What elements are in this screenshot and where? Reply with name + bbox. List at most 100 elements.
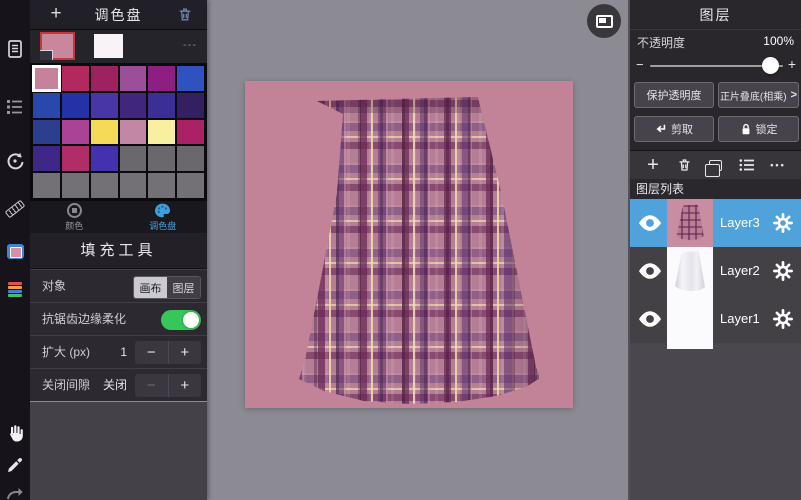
- swatch-more-button[interactable]: ---: [183, 39, 197, 51]
- current-colors-row: ---: [30, 30, 207, 63]
- tab-palette[interactable]: 调色盘: [119, 201, 208, 233]
- palette-grid: [33, 66, 204, 198]
- palette-cell[interactable]: [91, 66, 118, 91]
- palette-cell[interactable]: [91, 93, 118, 118]
- layer-settings-gear-icon[interactable]: [773, 213, 793, 233]
- palette-cell[interactable]: [33, 93, 60, 118]
- hand-icon[interactable]: [0, 420, 30, 446]
- add-layer-icon[interactable]: +: [642, 154, 664, 176]
- palette-cell[interactable]: [62, 66, 89, 91]
- palette-cell[interactable]: [33, 173, 60, 198]
- rotate-icon[interactable]: [0, 148, 30, 174]
- drawing-canvas[interactable]: [245, 81, 573, 408]
- current-color-swatch[interactable]: [40, 32, 75, 60]
- antialias-toggle[interactable]: [161, 310, 201, 330]
- palette-cell[interactable]: [33, 66, 60, 91]
- palette-cell[interactable]: [177, 146, 204, 171]
- layer-list-label: 图层列表: [630, 179, 801, 199]
- object-layer-button[interactable]: 图层: [167, 277, 200, 298]
- palette-cell[interactable]: [120, 120, 147, 145]
- opacity-row: 不透明度 100%: [630, 34, 801, 54]
- workspace: [207, 0, 628, 500]
- layer-buttons-row-2: 剪取 锁定: [630, 116, 801, 146]
- palette-cell[interactable]: [91, 120, 118, 145]
- delete-layer-icon[interactable]: [673, 154, 695, 176]
- lock-button[interactable]: 锁定: [718, 116, 799, 142]
- opacity-slider-knob[interactable]: [762, 57, 779, 74]
- palette-cell[interactable]: [91, 173, 118, 198]
- palette-cell[interactable]: [148, 120, 175, 145]
- layer-settings-gear-icon[interactable]: [773, 261, 793, 281]
- object-segmented-control: 画布 图层: [133, 276, 201, 299]
- blend-mode-button[interactable]: 正片叠底(相乘)>: [718, 82, 799, 108]
- palette-cell[interactable]: [120, 66, 147, 91]
- expand-plus-button[interactable]: +: [169, 341, 202, 364]
- opacity-minus-button[interactable]: −: [636, 57, 644, 72]
- gap-stepper: − +: [135, 374, 201, 397]
- palette-cell[interactable]: [120, 93, 147, 118]
- palette-cell[interactable]: [177, 120, 204, 145]
- layer-thumbnail[interactable]: [667, 247, 713, 295]
- palette-cell[interactable]: [148, 66, 175, 91]
- checklist-icon[interactable]: [0, 94, 30, 120]
- object-canvas-button[interactable]: 画布: [134, 277, 167, 298]
- layer-row-layer3[interactable]: Layer3: [630, 199, 801, 247]
- palette-cell[interactable]: [148, 173, 175, 198]
- visibility-eye-icon[interactable]: [637, 310, 663, 328]
- opacity-plus-button[interactable]: +: [788, 56, 796, 72]
- palette-cell[interactable]: [91, 146, 118, 171]
- gap-plus-button[interactable]: +: [169, 374, 202, 397]
- palette-cell[interactable]: [62, 120, 89, 145]
- color-swatch-icon[interactable]: [0, 238, 30, 264]
- expand-value: 1: [120, 336, 127, 369]
- duplicate-layer-icon[interactable]: [705, 154, 727, 176]
- color-wheel-icon: [67, 203, 82, 218]
- tab-color[interactable]: 颜色: [30, 201, 119, 233]
- palette-cell[interactable]: [120, 146, 147, 171]
- layer-row-layer2[interactable]: Layer2: [630, 247, 801, 295]
- eyedropper-icon[interactable]: [0, 452, 30, 478]
- palette-cell[interactable]: [148, 146, 175, 171]
- palette-cell[interactable]: [62, 173, 89, 198]
- skirt-artwork: [270, 97, 542, 407]
- redo-icon[interactable]: [0, 480, 30, 500]
- expand-minus-button[interactable]: −: [135, 341, 169, 364]
- layer-thumbnail[interactable]: [667, 199, 713, 247]
- palette-cell[interactable]: [120, 173, 147, 198]
- layer-row-layer1[interactable]: Layer1: [630, 295, 801, 343]
- gap-value: 关闭: [103, 369, 127, 402]
- colorful-brush-icon[interactable]: [0, 276, 30, 302]
- palette-cell[interactable]: [62, 93, 89, 118]
- palette-cell[interactable]: [177, 66, 204, 91]
- visibility-eye-icon[interactable]: [637, 214, 663, 232]
- plaid-thumbnail-art: [667, 199, 713, 247]
- chevron-right-icon: >: [791, 89, 797, 101]
- expand-stepper: − +: [135, 341, 201, 364]
- layer-settings-gear-icon[interactable]: [773, 309, 793, 329]
- palette-cell[interactable]: [33, 146, 60, 171]
- ruler-icon[interactable]: [0, 196, 30, 222]
- visibility-eye-icon[interactable]: [637, 262, 663, 280]
- app-screen: + 调色盘 --- 颜色 调色盘 填充工具 对象: [0, 0, 801, 500]
- lock-icon: [740, 123, 752, 136]
- palette-cell[interactable]: [62, 146, 89, 171]
- palette-header: + 调色盘: [30, 0, 207, 30]
- palette-cell[interactable]: [177, 93, 204, 118]
- palette-grid-wrap: [30, 63, 207, 201]
- palette-cell[interactable]: [148, 93, 175, 118]
- document-icon[interactable]: [0, 36, 30, 62]
- palette-panel: + 调色盘 --- 颜色 调色盘 填充工具 对象: [30, 0, 207, 500]
- left-toolbar: [0, 0, 30, 500]
- clipping-button[interactable]: 剪取: [634, 116, 714, 142]
- hide-panels-button[interactable]: [587, 4, 621, 38]
- opacity-value: 100%: [763, 34, 794, 48]
- layer-thumbnail[interactable]: [667, 295, 713, 343]
- palette-cell[interactable]: [33, 120, 60, 145]
- protect-alpha-button[interactable]: 保护透明度: [634, 82, 714, 108]
- delete-palette-icon[interactable]: [177, 6, 193, 23]
- layer-list-icon[interactable]: [736, 154, 758, 176]
- secondary-color-swatch[interactable]: [94, 34, 123, 58]
- gap-minus-button[interactable]: −: [135, 374, 169, 397]
- more-icon[interactable]: •••: [767, 154, 789, 176]
- palette-cell[interactable]: [177, 173, 204, 198]
